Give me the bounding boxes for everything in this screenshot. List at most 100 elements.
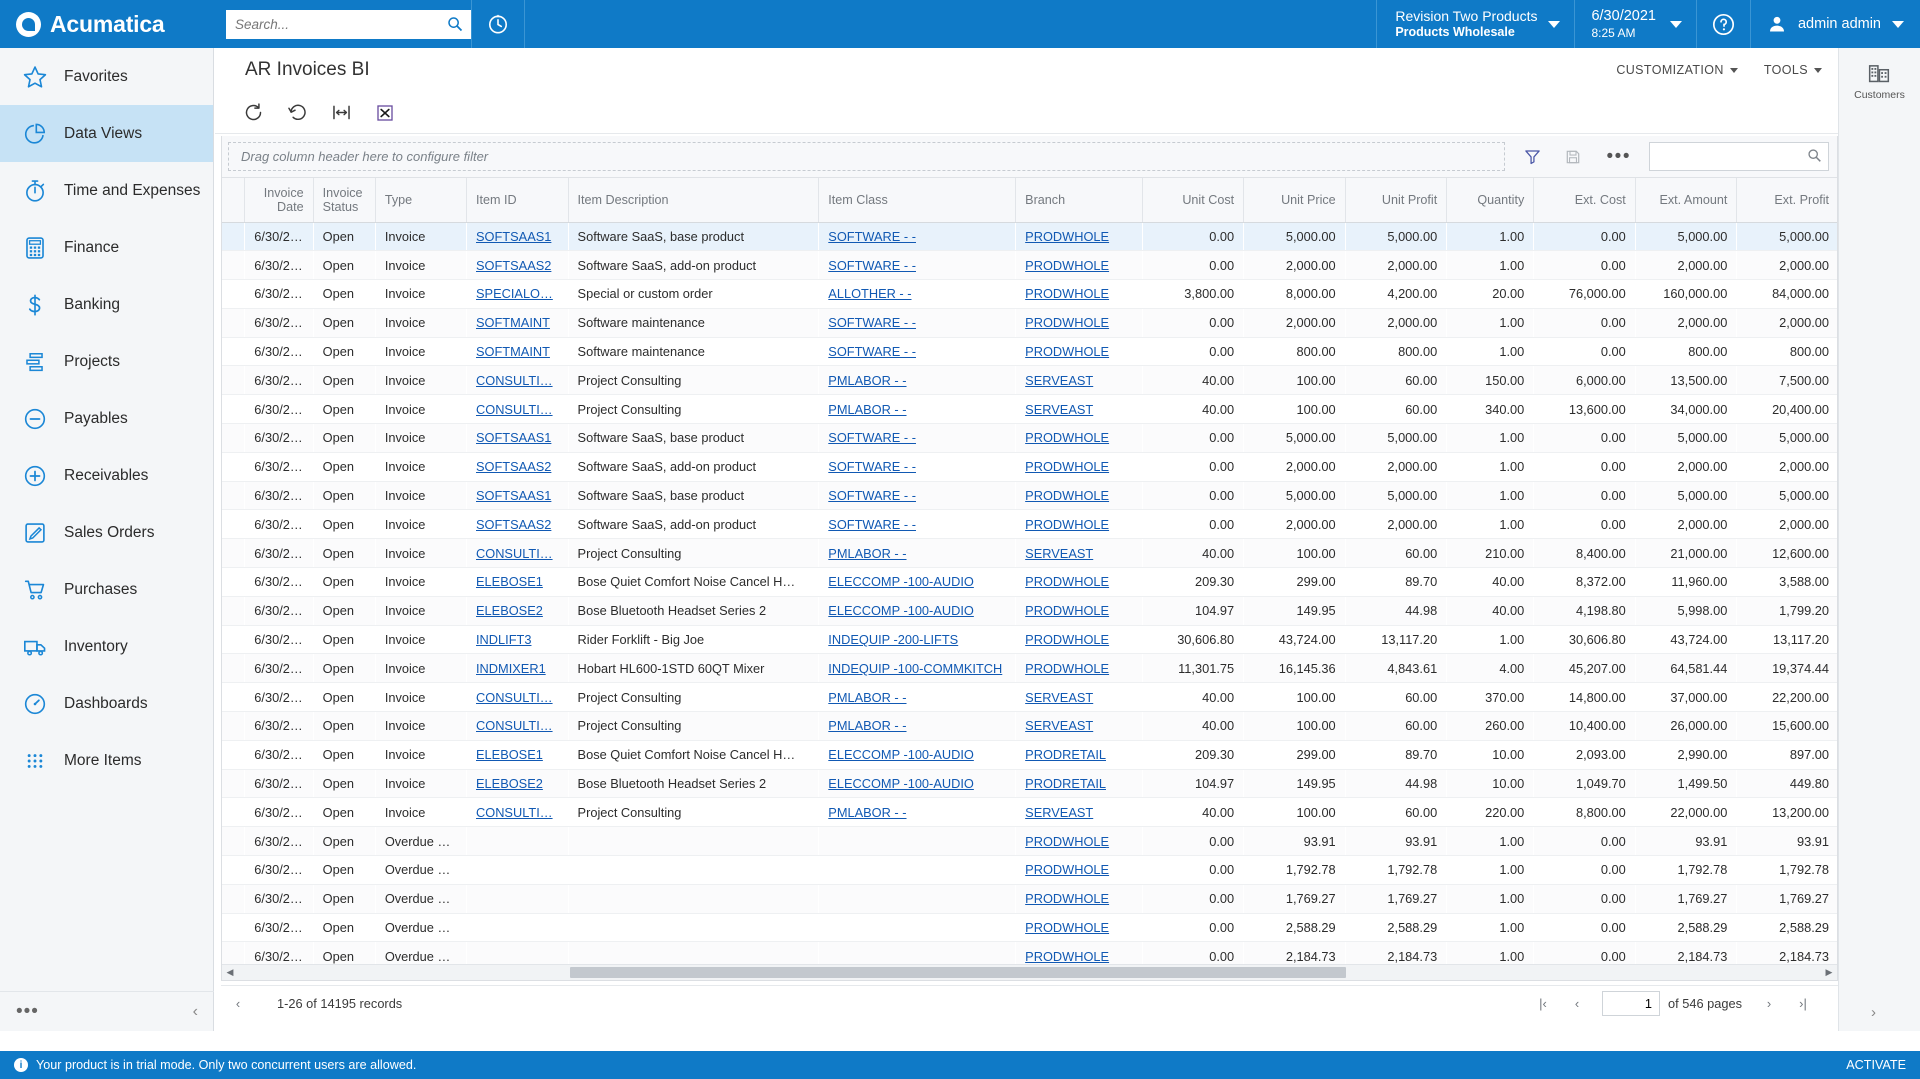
table-row[interactable]: 6/30/2021OpenInvoiceSOFTMAINTSoftware ma… [222, 308, 1837, 337]
row-select-cell[interactable] [222, 337, 245, 366]
cell-link[interactable]: ALLOTHER - - [828, 286, 911, 301]
sidebar-item-banking[interactable]: Banking [0, 276, 213, 333]
row-select-cell[interactable] [222, 625, 245, 654]
sidebar-item-purchases[interactable]: Purchases [0, 561, 213, 618]
row-select-cell[interactable] [222, 424, 245, 453]
sidebar-item-more-items[interactable]: More Items [0, 732, 213, 789]
tenant-selector[interactable]: Revision Two Products Products Wholesale [1377, 0, 1574, 48]
cell-link[interactable]: PMLABOR - - [828, 805, 906, 820]
sidebar-more-button[interactable]: ••• [16, 1001, 39, 1023]
cell-link[interactable]: PRODRETAIL [1025, 747, 1106, 762]
cell-link[interactable]: SOFTWARE - - [828, 517, 916, 532]
table-row[interactable]: 6/30/2021OpenInvoiceSOFTSAAS2Software Sa… [222, 251, 1837, 280]
export-excel-button[interactable] [363, 95, 407, 131]
cell-link[interactable]: SERVEAST [1025, 690, 1093, 705]
recent-history-button[interactable] [472, 0, 524, 48]
cell-link[interactable]: CONSULTI… [476, 546, 553, 561]
cell-link[interactable]: PRODWHOLE [1025, 603, 1109, 618]
cell-link[interactable]: PRODWHOLE [1025, 430, 1109, 445]
cell-link[interactable]: INDMIXER1 [476, 661, 546, 676]
row-select-cell[interactable] [222, 596, 245, 625]
next-page-button[interactable]: › [1752, 989, 1786, 1019]
row-select-cell[interactable] [222, 308, 245, 337]
row-select-cell[interactable] [222, 740, 245, 769]
row-select-cell[interactable] [222, 452, 245, 481]
cell-link[interactable]: ELECCOMP -100-AUDIO [828, 574, 974, 589]
row-select-cell[interactable] [222, 884, 245, 913]
refresh-button[interactable] [231, 95, 275, 131]
cell-link[interactable]: CONSULTI… [476, 718, 553, 733]
page-number-input[interactable] [1602, 991, 1660, 1016]
table-row[interactable]: 6/30/2021OpenOverdue C…PRODWHOLE0.002,58… [222, 913, 1837, 942]
search-input[interactable] [226, 10, 471, 39]
row-select-cell[interactable] [222, 395, 245, 424]
cell-link[interactable]: INDLIFT3 [476, 632, 531, 647]
row-select-cell[interactable] [222, 568, 245, 597]
cell-link[interactable]: SOFTWARE - - [828, 315, 916, 330]
cell-link[interactable]: SOFTWARE - - [828, 229, 916, 244]
row-select-cell[interactable] [222, 913, 245, 942]
cell-link[interactable]: SOFTWARE - - [828, 430, 916, 445]
cell-link[interactable]: SOFTSAAS1 [476, 430, 551, 445]
column-header[interactable]: Unit Profit [1345, 178, 1447, 222]
cell-link[interactable]: SERVEAST [1025, 373, 1093, 388]
brand-logo[interactable]: Acumatica [0, 0, 214, 48]
column-header[interactable]: Item Description [568, 178, 819, 222]
table-row[interactable]: 6/30/2021OpenInvoiceCONSULTI…Project Con… [222, 798, 1837, 827]
cell-link[interactable]: PRODWHOLE [1025, 661, 1109, 676]
table-row[interactable]: 6/30/2021OpenInvoiceINDLIFT3Rider Forkli… [222, 625, 1837, 654]
cell-link[interactable]: SOFTMAINT [476, 315, 550, 330]
first-page-button[interactable]: |‹ [1526, 989, 1560, 1019]
grid-search-input[interactable] [1649, 142, 1829, 171]
table-row[interactable]: 6/30/2021OpenInvoiceSOFTMAINTSoftware ma… [222, 337, 1837, 366]
cell-link[interactable]: PMLABOR - - [828, 718, 906, 733]
cell-link[interactable]: PRODWHOLE [1025, 315, 1109, 330]
cell-link[interactable]: PRODWHOLE [1025, 229, 1109, 244]
cell-link[interactable]: SOFTSAAS2 [476, 258, 551, 273]
row-select-cell[interactable] [222, 251, 245, 280]
row-select-cell[interactable] [222, 539, 245, 568]
column-header[interactable]: Ext. Cost [1534, 178, 1636, 222]
pager-sidebar-collapse[interactable]: ‹ [221, 989, 255, 1019]
cell-link[interactable]: ELEBOSE2 [476, 603, 543, 618]
cell-link[interactable]: PMLABOR - - [828, 690, 906, 705]
cell-link[interactable]: ELECCOMP -100-AUDIO [828, 776, 974, 791]
sidebar-item-sales-orders[interactable]: Sales Orders [0, 504, 213, 561]
activate-link[interactable]: ACTIVATE [1846, 1058, 1906, 1072]
table-row[interactable]: 6/30/2021OpenOverdue C…PRODWHOLE0.001,79… [222, 856, 1837, 885]
cell-link[interactable]: ELEBOSE1 [476, 574, 543, 589]
cell-link[interactable]: SOFTSAAS1 [476, 488, 551, 503]
row-select-cell[interactable] [222, 856, 245, 885]
cell-link[interactable]: PRODWHOLE [1025, 574, 1109, 589]
table-row[interactable]: 6/30/2021OpenInvoiceCONSULTI…Project Con… [222, 539, 1837, 568]
cell-link[interactable]: PRODWHOLE [1025, 891, 1109, 906]
cell-link[interactable]: INDEQUIP -200-LIFTS [828, 632, 958, 647]
column-header[interactable]: Quantity [1447, 178, 1534, 222]
customization-menu[interactable]: CUSTOMIZATION [1616, 63, 1738, 77]
cell-link[interactable]: SOFTSAAS2 [476, 459, 551, 474]
cell-link[interactable]: CONSULTI… [476, 402, 553, 417]
table-row[interactable]: 6/30/2021OpenInvoiceELEBOSE2Bose Bluetoo… [222, 596, 1837, 625]
sidebar-item-finance[interactable]: Finance [0, 219, 213, 276]
cell-link[interactable]: SERVEAST [1025, 718, 1093, 733]
right-sidebar-collapse[interactable]: › [1871, 1004, 1876, 1021]
undo-button[interactable] [275, 95, 319, 131]
row-select-cell[interactable] [222, 481, 245, 510]
sidebar-item-payables[interactable]: Payables [0, 390, 213, 447]
table-row[interactable]: 6/30/2021OpenInvoiceCONSULTI…Project Con… [222, 683, 1837, 712]
cell-link[interactable]: ELEBOSE1 [476, 747, 543, 762]
table-row[interactable]: 6/30/2021OpenInvoiceSOFTSAAS1Software Sa… [222, 424, 1837, 453]
cell-link[interactable]: SOFTWARE - - [828, 344, 916, 359]
table-row[interactable]: 6/30/2021OpenInvoiceSOFTSAAS1Software Sa… [222, 222, 1837, 251]
user-menu[interactable]: admin admin [1751, 0, 1920, 48]
cell-link[interactable]: PRODWHOLE [1025, 258, 1109, 273]
table-row[interactable]: 6/30/2021OpenInvoiceCONSULTI…Project Con… [222, 712, 1837, 741]
column-header[interactable]: Unit Cost [1142, 178, 1244, 222]
save-filter-button[interactable] [1553, 142, 1593, 172]
cell-link[interactable]: CONSULTI… [476, 690, 553, 705]
table-row[interactable]: 6/30/2021OpenInvoiceSOFTSAAS1Software Sa… [222, 481, 1837, 510]
cell-link[interactable]: PRODRETAIL [1025, 776, 1106, 791]
cell-link[interactable]: SOFTSAAS1 [476, 229, 551, 244]
cell-link[interactable]: PMLABOR - - [828, 373, 906, 388]
row-select-cell[interactable] [222, 510, 245, 539]
